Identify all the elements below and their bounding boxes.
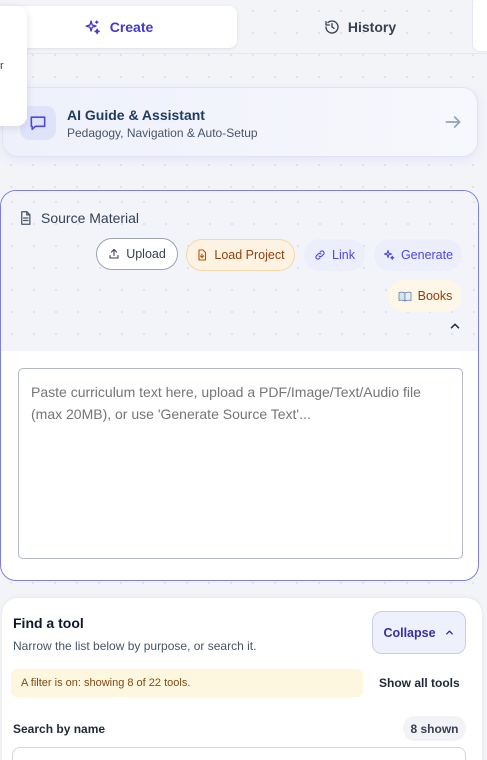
tab-create-label: Create (109, 19, 154, 35)
shown-count-badge: 8 shown (403, 716, 466, 741)
source-material-heading: Source Material (18, 210, 139, 226)
books-button-label: Books (417, 289, 453, 303)
generate-button-label: Generate (400, 248, 454, 262)
shown-count-text: 8 shown (410, 721, 459, 736)
arrow-right-icon (443, 112, 463, 132)
load-project-button-label: Load Project (214, 248, 285, 262)
file-import-icon (196, 249, 208, 261)
chevron-up-icon (444, 627, 455, 638)
ai-guide-card[interactable]: AI Guide & Assistant Pedagogy, Navigatio… (2, 87, 478, 157)
history-icon (324, 19, 340, 35)
tabbar-divider (0, 53, 487, 54)
source-material-panel: Source Material Upload Load Project Link… (0, 190, 479, 581)
document-icon (18, 210, 33, 226)
top-tab-bar: Create History (0, 0, 487, 54)
upload-icon (108, 248, 120, 260)
tool-search-input[interactable] (12, 747, 466, 760)
link-icon (314, 249, 326, 261)
link-button[interactable]: Link (304, 239, 365, 271)
link-button-label: Link (332, 248, 355, 262)
upload-button-label: Upload (126, 247, 166, 261)
collapse-button[interactable]: Collapse (372, 611, 466, 654)
generate-button[interactable]: Generate (374, 239, 462, 271)
source-material-title: Source Material (41, 210, 140, 226)
right-edge-panel (472, 0, 487, 52)
filter-status-note: A filter is on: showing 8 of 22 tools. (11, 669, 363, 697)
source-text-input[interactable] (18, 368, 463, 559)
book-icon (398, 291, 412, 302)
left-edge-panel[interactable]: r (0, 6, 27, 126)
find-tool-panel: Find a tool Narrow the list below by pur… (2, 598, 482, 760)
sparkles-icon (383, 249, 395, 261)
tab-history-label: History (347, 19, 397, 35)
search-by-name-label: Search by name (13, 722, 106, 736)
sparkles-icon (84, 19, 101, 36)
ai-guide-subtitle: Pedagogy, Navigation & Auto-Setup (67, 126, 258, 140)
filter-status-text: A filter is on: showing 8 of 22 tools. (21, 677, 191, 689)
find-tool-title: Find a tool (13, 615, 84, 631)
ai-guide-title: AI Guide & Assistant (67, 107, 205, 123)
left-edge-panel-text: r (0, 60, 4, 72)
show-all-tools-button[interactable]: Show all tools (379, 676, 460, 690)
collapse-button-label: Collapse (383, 625, 436, 640)
chevron-up-icon[interactable] (448, 319, 462, 333)
tab-create[interactable]: Create (0, 6, 237, 48)
upload-button[interactable]: Upload (96, 238, 178, 270)
tab-history[interactable]: History (250, 6, 470, 48)
find-tool-subtitle: Narrow the list below by purpose, or sea… (13, 639, 257, 653)
books-button[interactable]: Books (388, 280, 462, 312)
load-project-button[interactable]: Load Project (186, 239, 295, 271)
source-material-header: Source Material Upload Load Project Link… (1, 191, 478, 351)
